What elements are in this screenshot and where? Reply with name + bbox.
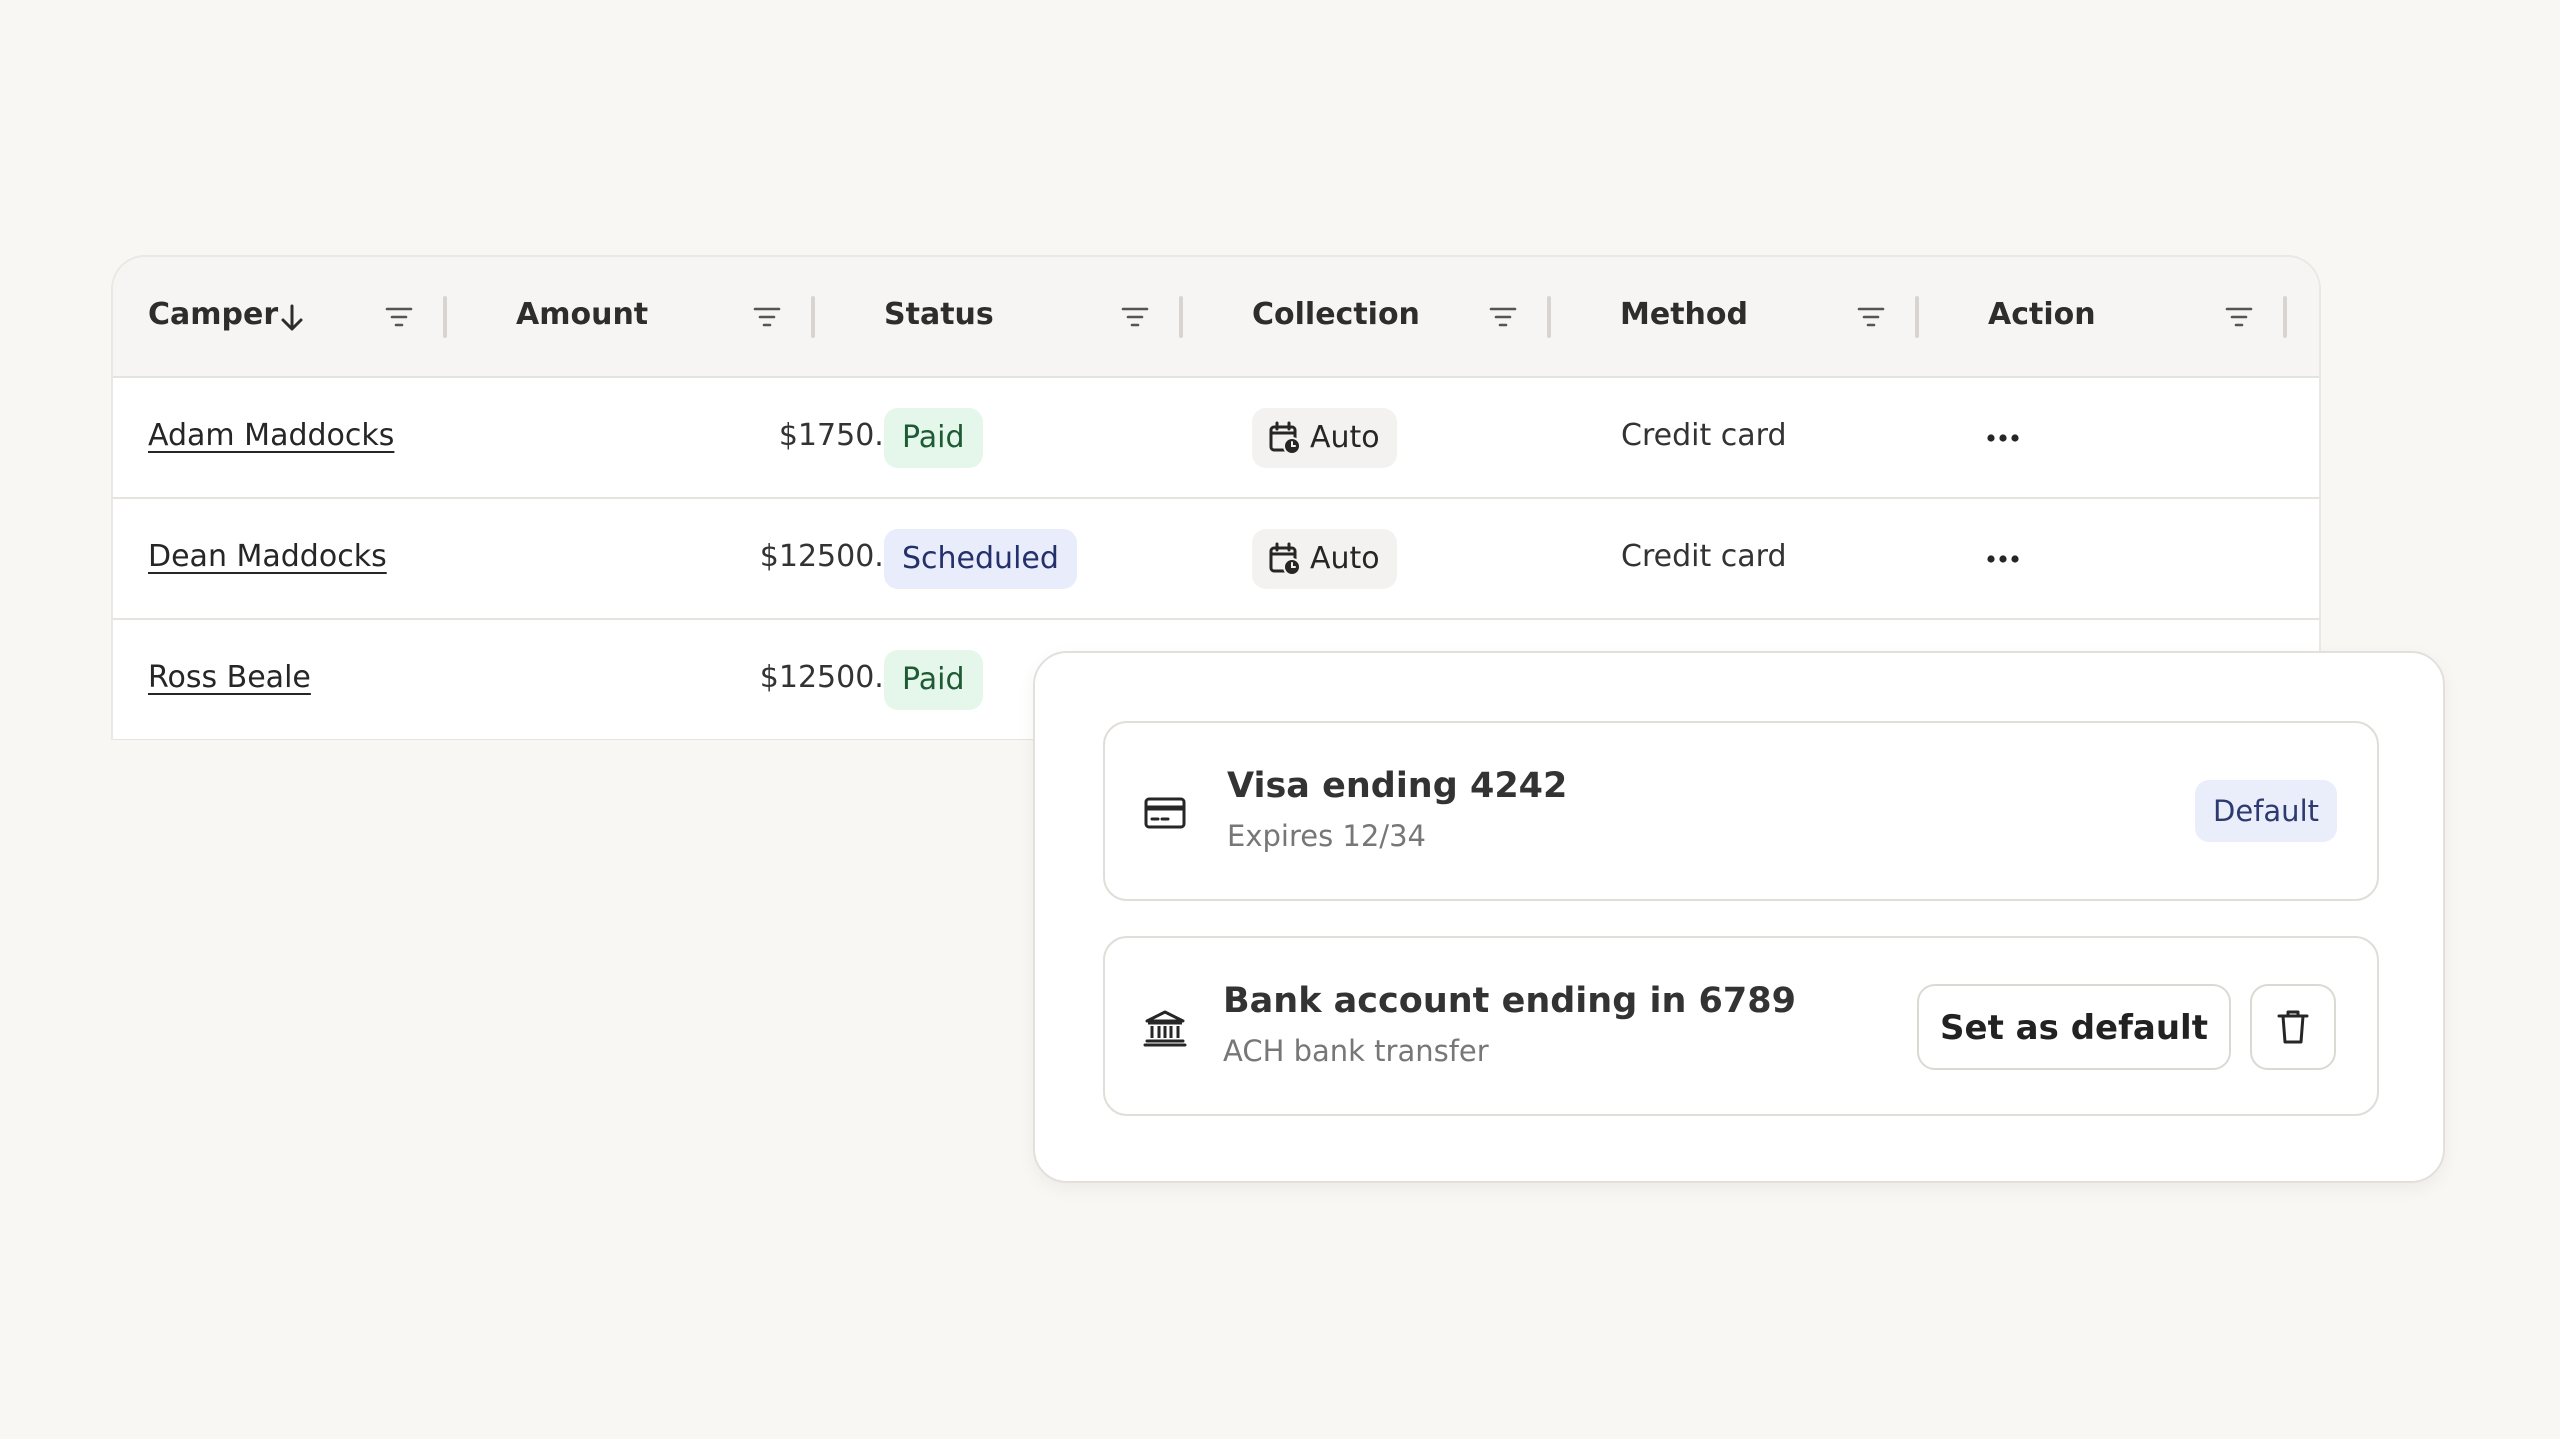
camper-link[interactable]: Dean Maddocks [148,539,387,575]
column-header-camper[interactable]: Camper [113,257,481,376]
filter-icon[interactable] [385,306,413,328]
column-label-amount: Amount [516,297,649,332]
column-header-method[interactable]: Method [1585,257,1953,376]
table-header: Camper Amount Status Collection Method A… [113,257,2319,378]
default-badge: Default [2195,780,2337,842]
column-label-collection: Collection [1252,297,1420,332]
trash-icon [2277,1010,2309,1044]
table-row: Adam Maddocks $1750.00 Paid Auto Credit … [113,378,2319,499]
payment-method-subtitle: Expires 12/34 [1227,819,1426,853]
table-row: Dean Maddocks $12500.00 Scheduled Auto C… [113,499,2319,620]
more-options-icon[interactable] [1983,545,2023,573]
column-separator[interactable] [1915,296,1919,338]
bank-icon [1143,1010,1187,1047]
set-as-default-button[interactable]: Set as default [1917,984,2231,1070]
filter-icon[interactable] [1857,306,1885,328]
collection-label: Auto [1310,541,1380,576]
column-separator[interactable] [443,296,447,338]
column-separator[interactable] [811,296,815,338]
payment-methods-popover: Visa ending 4242 Expires 12/34 Default B… [1033,651,2445,1183]
filter-icon[interactable] [1489,306,1517,328]
credit-card-icon [1144,797,1186,829]
payment-method-subtitle: ACH bank transfer [1223,1034,1489,1068]
sort-descending-icon[interactable] [279,303,305,333]
status-badge: Paid [884,408,983,468]
calendar-clock-icon [1269,542,1301,576]
column-header-action[interactable]: Action [1953,257,2319,376]
column-label-action: Action [1988,297,2096,332]
payment-method-title: Bank account ending in 6789 [1223,981,1796,1021]
filter-icon[interactable] [2225,306,2253,328]
payment-method-card-visa[interactable]: Visa ending 4242 Expires 12/34 Default [1103,721,2379,901]
column-label-status: Status [884,297,994,332]
column-label-method: Method [1620,297,1748,332]
delete-payment-method-button[interactable] [2250,984,2336,1070]
column-header-amount[interactable]: Amount [481,257,849,376]
column-separator[interactable] [1547,296,1551,338]
more-options-icon[interactable] [1983,424,2023,452]
camper-link[interactable]: Adam Maddocks [148,418,394,454]
payment-method-card-bank[interactable]: Bank account ending in 6789 ACH bank tra… [1103,936,2379,1116]
camper-link[interactable]: Ross Beale [148,660,311,696]
column-header-status[interactable]: Status [849,257,1217,376]
collection-chip: Auto [1252,529,1397,589]
calendar-clock-icon [1269,421,1301,455]
column-separator[interactable] [2283,296,2287,338]
method-cell: Credit card [1621,539,1787,574]
status-badge: Paid [884,650,983,710]
column-label-camper: Camper [148,297,279,332]
collection-label: Auto [1310,420,1380,455]
payment-method-title: Visa ending 4242 [1227,766,1568,806]
method-cell: Credit card [1621,418,1787,453]
column-header-collection[interactable]: Collection [1217,257,1585,376]
status-badge: Scheduled [884,529,1077,589]
filter-icon[interactable] [1121,306,1149,328]
column-separator[interactable] [1179,296,1183,338]
collection-chip: Auto [1252,408,1397,468]
filter-icon[interactable] [753,306,781,328]
